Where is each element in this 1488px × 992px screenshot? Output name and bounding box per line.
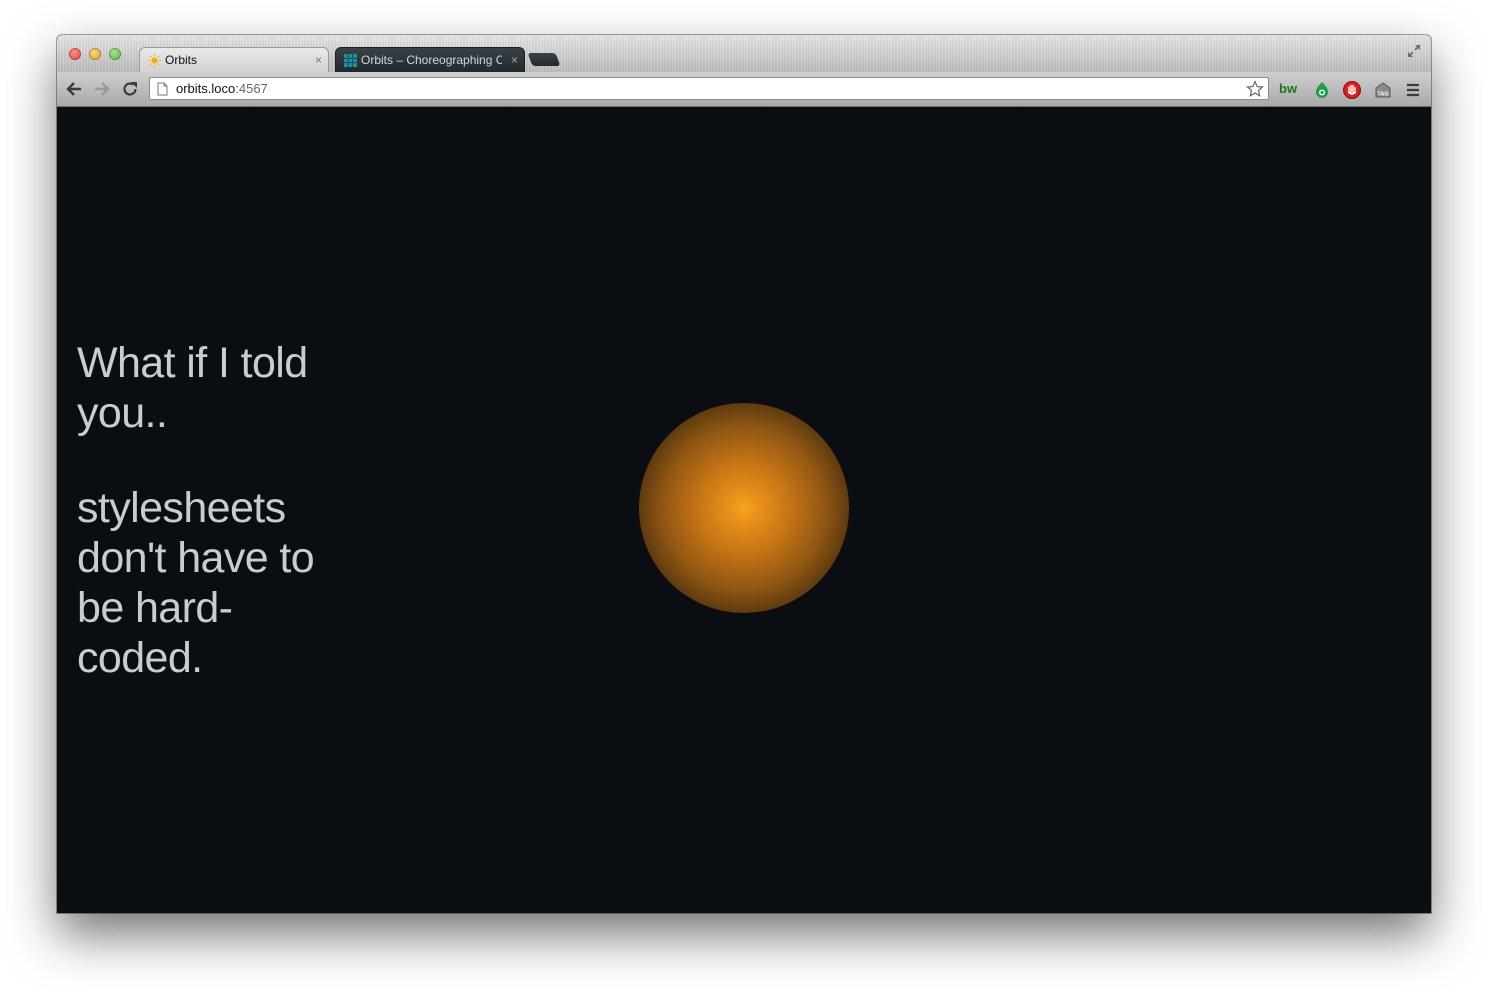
- tag-label: TAG: [1377, 92, 1388, 98]
- message-text: What if I told you.. stylesheets don't h…: [77, 338, 357, 728]
- browser-toolbar: orbits.loco:4567 bw TAG: [57, 72, 1431, 107]
- tab-close-icon[interactable]: ×: [511, 48, 518, 72]
- url-host: orbits.loco: [176, 81, 236, 96]
- close-window-button[interactable]: [69, 48, 81, 60]
- page-icon: [157, 82, 168, 96]
- new-tab-button[interactable]: [527, 53, 561, 66]
- stop-hand-icon[interactable]: [1342, 80, 1362, 100]
- fullscreen-icon[interactable]: [1407, 44, 1421, 58]
- url-port: :4567: [235, 81, 268, 96]
- minimize-window-button[interactable]: [89, 48, 101, 60]
- back-arrow-icon[interactable]: [65, 80, 83, 98]
- grid-favicon-icon: [344, 54, 357, 67]
- zoom-window-button[interactable]: [109, 48, 121, 60]
- title-bar: Orbits × Orbits – Choreographing C ×: [57, 35, 1431, 72]
- glowing-orb: [639, 403, 849, 613]
- green-badge-icon[interactable]: [1312, 80, 1332, 100]
- tab-title: Orbits – Choreographing C: [361, 53, 502, 67]
- tab-orbits[interactable]: Orbits ×: [139, 47, 329, 72]
- page-content: What if I told you.. stylesheets don't h…: [57, 107, 1431, 913]
- reload-icon[interactable]: [121, 80, 139, 98]
- tab-orbits-choreographing[interactable]: Orbits – Choreographing C ×: [335, 47, 525, 72]
- browser-window: Orbits × Orbits – Choreographing C × orb…: [57, 35, 1431, 913]
- message-line-2: stylesheets don't have to be hard-coded.: [77, 484, 315, 682]
- bw-icon[interactable]: bw: [1279, 80, 1303, 100]
- menu-icon[interactable]: [1403, 80, 1423, 100]
- tab-title: Orbits: [165, 53, 198, 67]
- address-bar[interactable]: orbits.loco:4567: [149, 77, 1269, 100]
- forward-arrow-icon[interactable]: [93, 80, 111, 98]
- sun-favicon-icon: [148, 54, 161, 67]
- bw-label: bw: [1279, 81, 1298, 96]
- tag-shape-icon: TAG: [1375, 82, 1391, 98]
- tab-close-icon[interactable]: ×: [315, 48, 322, 72]
- url-text: orbits.loco:4567: [176, 81, 268, 96]
- bookmark-star-icon[interactable]: [1246, 80, 1264, 98]
- tag-icon[interactable]: TAG: [1373, 80, 1393, 100]
- message-line-1: What if I told you..: [77, 339, 308, 437]
